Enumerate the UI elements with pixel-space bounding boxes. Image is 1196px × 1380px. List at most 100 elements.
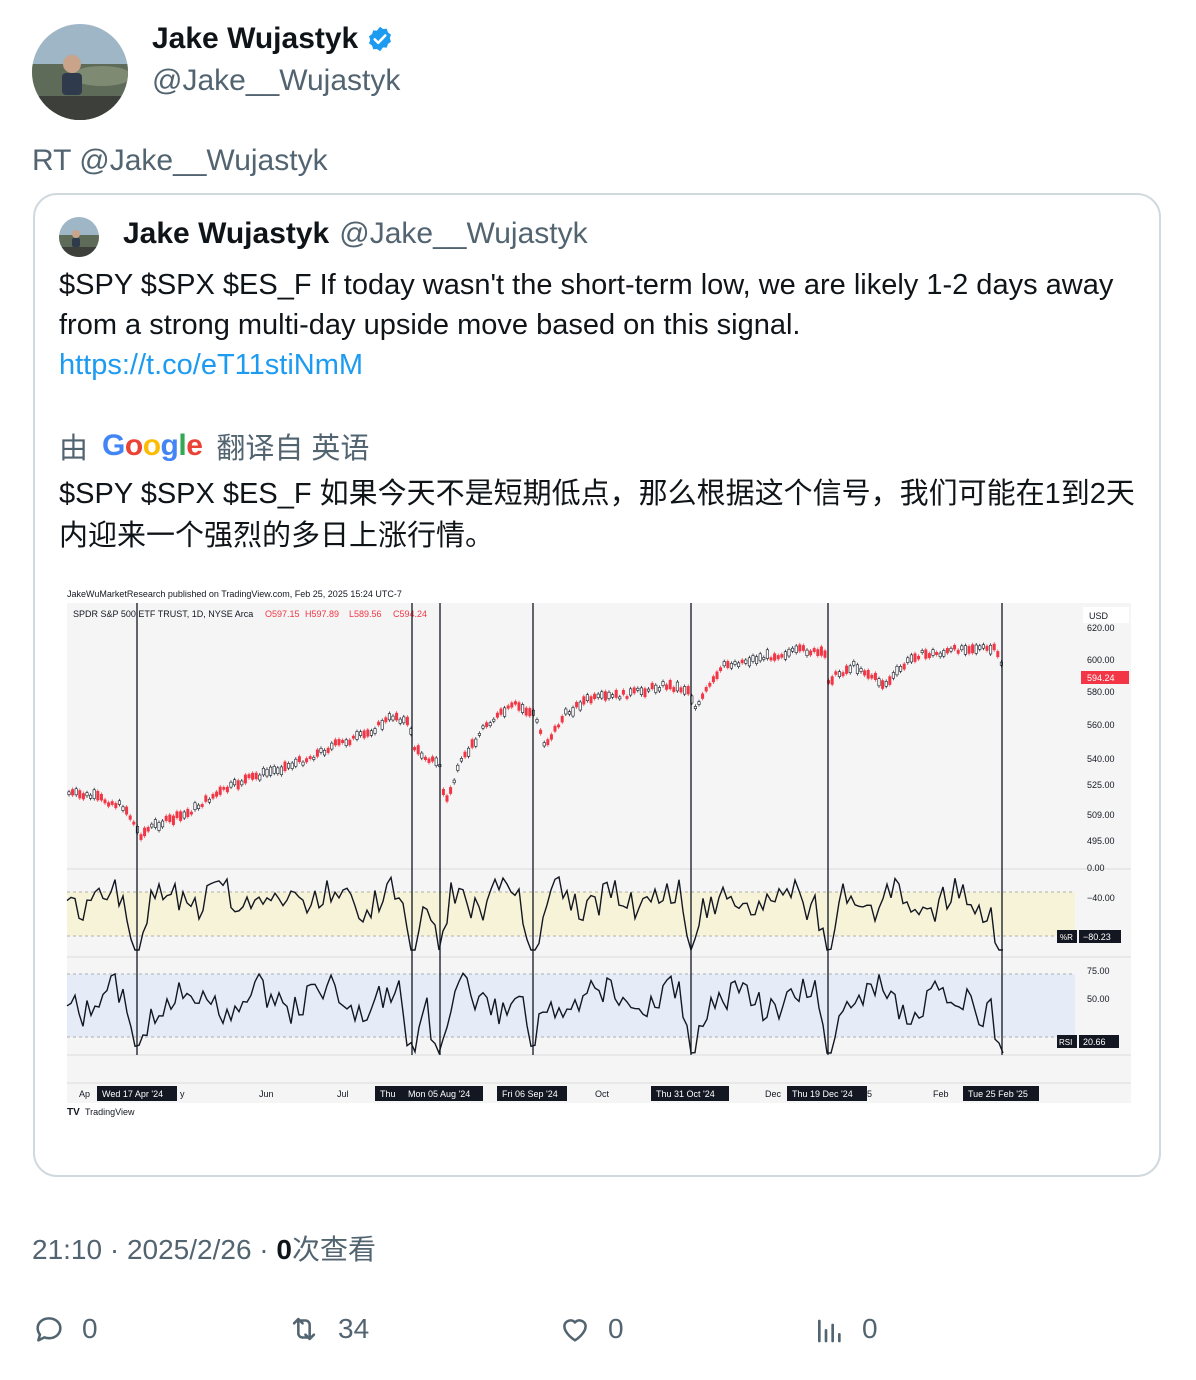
author-avatar[interactable]: [32, 24, 128, 120]
candle-body: [809, 650, 813, 656]
candle-body: [416, 745, 420, 755]
candle-body: [261, 767, 265, 776]
candle-body: [503, 707, 507, 717]
candle-body: [816, 649, 820, 656]
candle-body: [539, 729, 543, 734]
candle-body: [945, 648, 949, 654]
candle-body: [330, 742, 334, 750]
candle-body: [265, 768, 269, 777]
candle-body: [877, 678, 881, 687]
candle-body: [755, 656, 759, 665]
quoted-text-body: $SPY $SPX $ES_F If today wasn't the shor…: [59, 269, 1114, 341]
candle-body: [913, 653, 917, 662]
candle-body: [315, 749, 319, 757]
candle-body: [708, 682, 712, 687]
tradingview-label: TradingView: [85, 1107, 135, 1117]
candle-body: [557, 724, 561, 728]
candle-body: [585, 694, 589, 702]
reply-count: 0: [82, 1313, 98, 1344]
candle-body: [686, 686, 690, 695]
candle-body: [510, 702, 514, 708]
author-handle[interactable]: @Jake__Wujastyk: [152, 64, 400, 98]
translation-from[interactable]: 翻译自 英语: [216, 425, 369, 467]
candle-body: [866, 669, 870, 679]
candle-body: [103, 799, 107, 804]
candle-body: [729, 663, 733, 669]
candle-body: [146, 827, 150, 832]
last-price-label: 594.24: [1087, 673, 1115, 683]
candle-body: [225, 786, 229, 793]
candle-body: [200, 804, 204, 807]
candle-body: [459, 758, 463, 762]
candle-body: [164, 815, 168, 821]
candle-body: [542, 742, 546, 747]
candle-body: [377, 721, 381, 726]
candle-body: [931, 649, 935, 656]
wr-tick: −40.00: [1087, 893, 1115, 903]
candle-body: [902, 663, 906, 670]
candle-body: [722, 661, 726, 667]
candle-body: [697, 701, 701, 705]
candle-body: [845, 665, 849, 674]
candle-body: [859, 668, 863, 673]
candle-body: [319, 748, 323, 753]
candle-body: [744, 659, 748, 664]
candle-body: [179, 811, 183, 821]
candle-body: [218, 786, 222, 795]
candle-body: [297, 756, 301, 763]
candle-body: [445, 795, 449, 802]
candle-body: [668, 680, 672, 690]
candle-body: [337, 739, 341, 746]
chart-image[interactable]: JakeWuMarketResearch published on Tradin…: [65, 585, 1133, 1125]
candle-body: [78, 790, 82, 799]
retweet-icon: [292, 1317, 316, 1341]
candle-body: [704, 687, 708, 692]
candle-body: [99, 794, 103, 801]
quoted-link[interactable]: https://t.co/eT11stiNmM: [59, 349, 363, 381]
candle-body: [909, 654, 913, 663]
candle-body: [863, 670, 867, 676]
candle-body: [791, 647, 795, 652]
candle-body: [499, 708, 503, 715]
candle-body: [96, 791, 100, 801]
candle-body: [571, 707, 575, 717]
retweet-button[interactable]: 34: [286, 1312, 369, 1346]
candle-body: [290, 762, 294, 769]
reply-button[interactable]: 0: [32, 1312, 98, 1346]
verified-badge-icon: [369, 26, 392, 52]
candle-body: [798, 644, 802, 652]
candle-body: [618, 696, 622, 700]
views-action-count: 0: [862, 1313, 878, 1344]
candle-body: [575, 702, 579, 708]
quoted-avatar[interactable]: [59, 217, 99, 257]
candle-body: [920, 650, 924, 653]
candle-body: [477, 733, 481, 736]
month-label: Feb: [933, 1089, 949, 1099]
tweet-time[interactable]: 21:10 · 2025/2/26 ·: [32, 1234, 276, 1265]
views-button[interactable]: 0: [814, 1312, 878, 1346]
candle-body: [783, 651, 787, 660]
month-label: y: [180, 1089, 185, 1099]
candle-body: [636, 687, 640, 691]
quoted-tweet-card[interactable]: Jake Wujastyk @Jake__Wujastyk $SPY $SPX …: [33, 193, 1161, 1177]
candle-body: [139, 834, 143, 840]
candle-body: [121, 806, 125, 811]
candle-body: [733, 661, 737, 665]
price-tick: 580.00: [1087, 687, 1115, 697]
author-name-row[interactable]: Jake Wujastyk: [152, 22, 394, 56]
candle-body: [74, 788, 78, 796]
candle-body: [715, 671, 719, 679]
candle-body: [942, 650, 946, 657]
candle-body: [405, 716, 409, 726]
like-button[interactable]: 0: [558, 1312, 624, 1346]
candle-body: [650, 682, 654, 690]
candle-body: [625, 696, 629, 699]
candle-body: [463, 751, 467, 758]
author-name[interactable]: Jake Wujastyk: [152, 22, 358, 56]
candle-body: [71, 789, 75, 796]
action-bar: 0 34 0 0: [32, 1312, 1162, 1356]
candle-body: [780, 654, 784, 658]
candle-body: [434, 757, 438, 766]
candle-body: [272, 766, 276, 774]
candle-body: [110, 801, 114, 805]
